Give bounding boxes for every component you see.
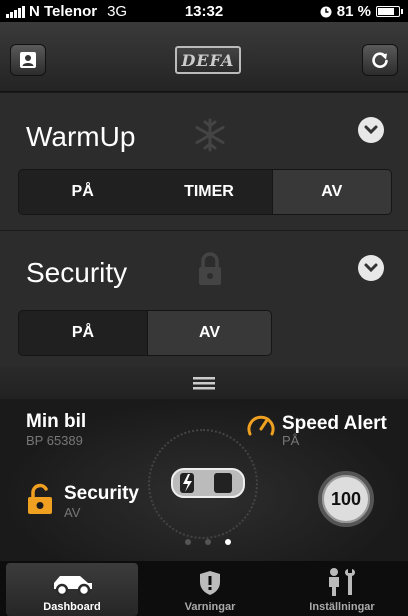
page-dot-active[interactable]	[225, 539, 231, 545]
warmup-option-off[interactable]: AV	[271, 170, 391, 214]
warmup-option-on[interactable]: PÅ	[19, 170, 146, 214]
dashboard-panel: Min bil BP 65389 Speed Alert PÅ Security…	[0, 399, 408, 561]
lock-icon	[199, 252, 221, 285]
speedometer-icon	[247, 415, 275, 436]
car-plate: BP 65389	[26, 433, 83, 448]
security-option-on[interactable]: PÅ	[19, 311, 147, 355]
security-expand-button[interactable]	[358, 255, 384, 281]
dashboard-security-status: AV	[64, 505, 81, 520]
security-title: Security	[26, 257, 128, 288]
status-bar: N Telenor 3G 13:32 81 %	[0, 0, 408, 22]
security-segmented-control: PÅ AV	[18, 310, 272, 356]
chevron-down-icon	[364, 125, 378, 135]
warmup-option-timer[interactable]: TIMER	[146, 170, 271, 214]
car-top-icon[interactable]	[168, 465, 248, 501]
page-indicator	[185, 539, 231, 545]
warmup-section: WarmUp PÅ TIMER AV	[0, 93, 408, 230]
contact-icon	[20, 52, 36, 68]
tab-warnings-label: Varningar	[184, 601, 236, 613]
shield-icon	[200, 571, 220, 595]
battery-icon	[376, 6, 403, 17]
tab-dashboard-label: Dashboard	[43, 601, 101, 613]
snowflake-icon	[195, 118, 225, 152]
warmup-title: WarmUp	[26, 121, 136, 152]
speed-limit-value: 100	[330, 488, 362, 509]
tab-settings-label: Inställningar	[309, 601, 375, 613]
tab-bar: Dashboard Varningar Inställningar	[0, 561, 408, 616]
car-label: Min bil	[26, 411, 87, 432]
drawer-handle[interactable]	[0, 367, 408, 399]
chevron-down-icon	[364, 263, 378, 273]
tab-dashboard[interactable]: Dashboard	[6, 563, 138, 616]
dashboard-security-label[interactable]: Security	[64, 483, 139, 505]
battery-percent: 81 %	[336, 3, 371, 20]
speed-alert-label[interactable]: Speed Alert	[282, 413, 387, 435]
refresh-button[interactable]	[362, 44, 398, 76]
security-option-off[interactable]: AV	[147, 311, 271, 355]
page-dot[interactable]	[205, 539, 211, 545]
lock-open-icon	[28, 483, 52, 514]
nav-bar: DEFA	[0, 22, 408, 92]
warmup-expand-button[interactable]	[358, 117, 384, 143]
security-section: Security PÅ AV	[0, 231, 408, 367]
page-dot[interactable]	[185, 539, 191, 545]
tab-warnings[interactable]: Varningar	[144, 561, 276, 616]
clock-icon	[320, 6, 332, 17]
contact-button[interactable]	[10, 44, 46, 76]
defa-logo: DEFA	[175, 46, 241, 74]
speed-alert-status: PÅ	[282, 433, 300, 448]
menu-lines-icon	[193, 377, 215, 390]
car-icon	[54, 576, 92, 597]
warmup-segmented-control: PÅ TIMER AV	[18, 169, 392, 215]
tools-icon	[329, 568, 355, 596]
refresh-icon	[372, 52, 388, 68]
battery-info: 81 %	[320, 3, 403, 20]
logo-text: DEFA	[181, 50, 235, 70]
tab-settings[interactable]: Inställningar	[276, 561, 408, 616]
speed-limit-sign[interactable]: 100	[318, 471, 374, 527]
